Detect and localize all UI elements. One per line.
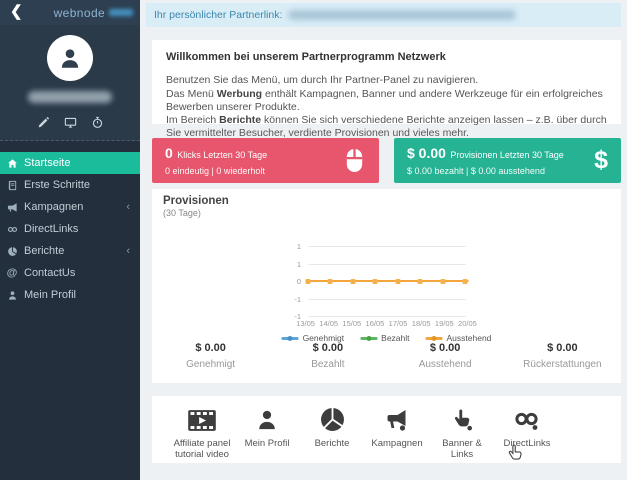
- pie-chart-icon: [6, 246, 18, 257]
- shortcut-mein-profil[interactable]: Mein Profil: [235, 406, 299, 449]
- summary-ausstehend: $ 0.00 Ausstehend: [418, 342, 472, 370]
- logo: webnode: [54, 6, 134, 20]
- pie-chart-icon: [300, 406, 364, 432]
- shortcut-berichte[interactable]: Berichte: [300, 406, 364, 449]
- shortcut-tutorial-video[interactable]: Affiliate panel tutorial video: [170, 406, 234, 460]
- chevron-left-icon: ‹: [126, 244, 130, 257]
- welcome-line-1: Benutzen Sie das Menü, um durch Ihr Part…: [166, 74, 479, 87]
- monitor-icon[interactable]: [64, 116, 77, 129]
- partner-link-blurred[interactable]: [288, 10, 517, 20]
- clicks-stat-card: 0 Klicks Letzten 30 Tage 0 eindeutig | 0…: [152, 138, 379, 183]
- clicks-label: Klicks Letzten 30 Tage: [177, 150, 268, 160]
- chain-links-icon: [6, 224, 18, 235]
- shortcut-kampagnen[interactable]: Kampagnen: [365, 406, 429, 449]
- welcome-line-2: Das Menü Werbung enthält Kampagnen, Bann…: [166, 87, 603, 113]
- commissions-label: Provisionen Letzten 30 Tage: [450, 150, 564, 160]
- commissions-stat-card: $ 0.00 Provisionen Letzten 30 Tage $ 0.0…: [394, 138, 621, 183]
- profile-section: [0, 25, 140, 141]
- summary-rueckerstattungen: $ 0.00 Rückerstattungen: [523, 342, 602, 370]
- chevron-left-icon: ‹: [126, 200, 130, 213]
- sidebar-item-label: Mein Profil: [24, 289, 76, 301]
- summary-genehmigt: $ 0.00 Genehmigt: [186, 342, 236, 370]
- legend-marker-blue: [281, 335, 299, 341]
- sidebar-item-label: Kampagnen: [24, 201, 84, 213]
- at-sign-icon: @: [6, 267, 18, 279]
- y-tick: -1: [294, 294, 301, 304]
- partner-link-bar: Ihr persönlicher Partnerlink:: [146, 3, 621, 27]
- welcome-title: Willkommen bei unserem Partnerprogramm N…: [166, 51, 446, 63]
- chain-links-icon: [495, 406, 559, 432]
- edit-pencil-icon[interactable]: [37, 116, 50, 129]
- sidebar-item-startseite[interactable]: Startseite: [0, 152, 140, 174]
- avatar: [47, 35, 93, 81]
- bullhorn-icon: [365, 406, 429, 432]
- sidebar-item-label: Startseite: [24, 157, 71, 169]
- x-axis-labels: 13/05 14/05 15/05 16/05 17/05 18/05 19/05 20…: [296, 319, 477, 328]
- welcome-line-3: Im Bereich Berichte können Sie sich vers…: [166, 114, 607, 140]
- sidebar-item-label: ContactUs: [24, 267, 76, 279]
- legend-marker-green: [360, 335, 378, 341]
- mouse-icon: [343, 147, 366, 174]
- chart-subtitle: (30 Tage): [163, 208, 201, 218]
- stopwatch-icon[interactable]: [91, 116, 104, 129]
- profile-actions: [0, 116, 140, 129]
- chart-title: Provisionen: [163, 195, 229, 207]
- username-blurred: [28, 91, 112, 103]
- sidebar-item-label: DirectLinks: [24, 223, 79, 235]
- sidebar-header: ❮ webnode: [0, 0, 140, 25]
- user-icon: [6, 290, 18, 301]
- sidebar-item-mein-profil[interactable]: Mein Profil: [0, 284, 140, 306]
- sidebar-item-label: Erste Schritte: [24, 179, 91, 191]
- sidebar-item-label: Berichte: [24, 245, 65, 257]
- chart-line-ausstehend: [305, 278, 468, 285]
- logo-suffix-blurred: [109, 9, 134, 16]
- sidebar-item-contactus[interactable]: @ ContactUs: [0, 262, 140, 284]
- sidebar-item-kampagnen[interactable]: Kampagnen ‹: [0, 196, 140, 218]
- main-content: Ihr persönlicher Partnerlink: Willkommen…: [140, 0, 627, 480]
- bullhorn-icon: [6, 202, 18, 213]
- legend-marker-orange: [425, 335, 443, 341]
- shortcut-banner-links[interactable]: Banner & Links: [430, 406, 494, 460]
- sidebar-item-berichte[interactable]: Berichte ‹: [0, 240, 140, 262]
- hand-pointer-icon: [430, 406, 494, 432]
- commissions-chart-card: Provisionen (30 Tage) 1 1 0 -1 -1 13/05 1…: [152, 189, 621, 383]
- partner-link-label: Ihr persönlicher Partnerlink:: [154, 9, 283, 21]
- logo-text: webnode: [53, 5, 106, 20]
- home-icon: [6, 158, 18, 169]
- chart-plot: 1 1 0 -1 -1 13/05 14/05 15/05 16/05 17/05 1…: [281, 242, 491, 343]
- y-tick: 0: [296, 277, 301, 286]
- sidebar-item-directlinks[interactable]: DirectLinks: [0, 218, 140, 240]
- user-icon: [235, 406, 299, 432]
- collapse-sidebar-icon[interactable]: ❮: [0, 4, 32, 21]
- clicks-sub: 0 eindeutig | 0 wiederholt: [165, 166, 265, 176]
- shortcuts-card: Affiliate panel tutorial video Mein Prof…: [152, 396, 621, 463]
- sidebar-item-erste-schritte[interactable]: Erste Schritte: [0, 174, 140, 196]
- sidebar-menu: Startseite Erste Schritte Kampagnen ‹ Di…: [0, 141, 140, 306]
- stat-cards-row: 0 Klicks Letzten 30 Tage 0 eindeutig | 0…: [152, 138, 621, 183]
- user-icon: [61, 49, 79, 68]
- summary-bezahlt: $ 0.00 Bezahlt: [311, 342, 345, 370]
- commissions-value: $ 0.00: [407, 145, 446, 161]
- chart-summary-row: $ 0.00 Genehmigt $ 0.00 Bezahlt $ 0.00 A…: [152, 342, 621, 370]
- welcome-card: Willkommen bei unserem Partnerprogramm N…: [152, 40, 621, 139]
- commissions-sub: $ 0.00 bezahlt | $ 0.00 ausstehend: [407, 166, 545, 176]
- y-tick: 1: [296, 259, 301, 269]
- clicks-value: 0: [165, 145, 173, 161]
- shortcut-directlinks[interactable]: DirectLinks: [495, 406, 559, 449]
- dollar-icon: $: [594, 146, 608, 174]
- book-icon: [6, 180, 18, 191]
- film-icon: [170, 406, 234, 432]
- sidebar: ❮ webnode Startseite Erste Schritte Kamp…: [0, 0, 140, 480]
- y-tick: 1: [296, 242, 301, 251]
